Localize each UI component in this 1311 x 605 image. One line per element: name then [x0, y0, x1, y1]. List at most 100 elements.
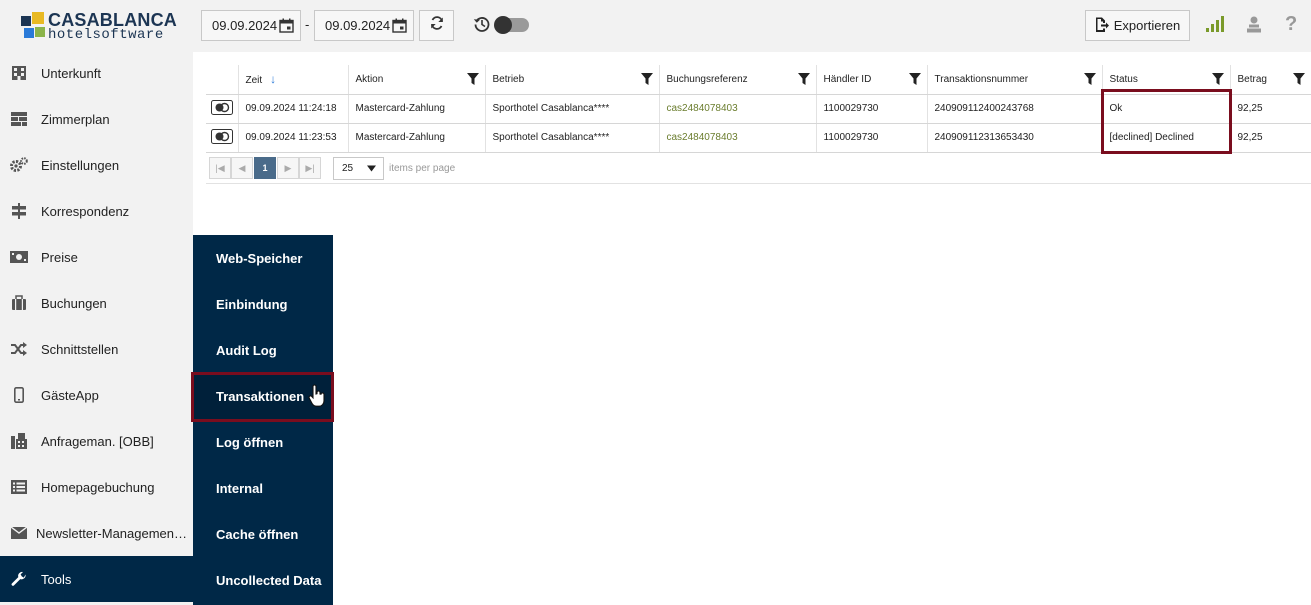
shuffle-icon	[10, 340, 28, 358]
date-to-field[interactable]: 09.09.2024	[314, 10, 414, 41]
sidebar-item-label: GästeApp	[41, 387, 99, 403]
header-betrag[interactable]: Betrag	[1229, 65, 1311, 95]
table-row[interactable]: 09.09.2024 11:23:53 Mastercard-Zahlung S…	[206, 123, 1311, 153]
date-from-field[interactable]: 09.09.2024	[201, 10, 301, 41]
grid-plan-icon	[10, 110, 28, 128]
list-icon	[10, 478, 28, 496]
transaktionsnummer-cell: 240909112313653430	[926, 123, 1102, 153]
help-icon[interactable]: ?	[1285, 13, 1297, 36]
suitcase-icon	[10, 294, 28, 312]
hand-cursor-icon	[308, 384, 326, 413]
user-icon[interactable]	[1246, 16, 1262, 38]
filter-icon[interactable]	[1293, 73, 1305, 88]
sidebar-item-zimmerplan[interactable]: Zimmerplan	[0, 96, 193, 142]
next-page-icon: ▶	[284, 162, 292, 173]
filter-icon[interactable]	[466, 73, 479, 88]
sidebar-item-label: Schnittstellen	[41, 341, 119, 357]
sidebar-item-anfrageman[interactable]: Anfrageman. [OBB]	[0, 418, 193, 464]
date-separator: -	[305, 17, 310, 32]
filter-icon[interactable]	[908, 73, 921, 88]
betrag-cell: 92,25	[1229, 123, 1311, 153]
submenu-item-internal[interactable]: Internal	[193, 465, 333, 511]
mastercard-icon	[211, 99, 233, 118]
filter-icon[interactable]	[640, 73, 653, 88]
fax-icon	[10, 432, 28, 450]
status-cell: [declined] Declined	[1101, 123, 1230, 153]
first-page-button[interactable]: |◀	[209, 157, 231, 179]
filter-icon[interactable]	[797, 73, 810, 88]
calendar-icon[interactable]	[279, 18, 294, 36]
sidebar-item-label: Homepagebuchung	[41, 479, 155, 495]
sidebar-item-label: Preise	[41, 249, 78, 265]
filter-icon[interactable]	[1083, 73, 1096, 88]
header-transaktionsnummer[interactable]: Transaktionsnummer	[926, 65, 1102, 95]
haendler-id-cell: 1100029730	[815, 123, 927, 153]
history-icon[interactable]	[473, 15, 491, 38]
chevron-down-icon	[367, 164, 376, 175]
betrieb-cell: Sporthotel Casablanca****	[484, 123, 659, 153]
toggle-knob	[494, 16, 512, 34]
export-label: Exportieren	[1113, 18, 1181, 33]
submenu-item-audit-log[interactable]: Audit Log	[193, 327, 333, 373]
page-size-select[interactable]: 25	[333, 157, 384, 180]
sort-desc-icon[interactable]: ↓	[270, 72, 276, 86]
current-page-button[interactable]: 1	[254, 157, 276, 179]
buchungsreferenz-link[interactable]: cas2484078403	[658, 123, 816, 153]
header-aktion[interactable]: Aktion	[347, 65, 485, 95]
top-toolbar: 09.09.2024 - 09.09.2024 Exportieren ?	[193, 0, 1311, 52]
mobile-icon	[10, 386, 28, 404]
sidebar-item-einstellungen[interactable]: Einstellungen	[0, 142, 193, 188]
table-header-row: Zeit ↓ Aktion Betrieb Buchungsreferenz Hä…	[206, 65, 1311, 95]
next-page-button[interactable]: ▶	[277, 157, 299, 179]
sidebar-item-korrespondenz[interactable]: Korrespondenz	[0, 188, 193, 234]
prev-page-button[interactable]: ◀	[231, 157, 253, 179]
sidebar-item-newsletter[interactable]: Newsletter-Managemen…	[0, 510, 193, 556]
card-type-cell	[206, 94, 238, 124]
logo-mark-icon	[21, 12, 45, 40]
prev-page-icon: ◀	[238, 162, 246, 173]
refresh-button[interactable]	[419, 10, 454, 41]
submenu-item-einbindung[interactable]: Einbindung	[193, 281, 333, 327]
buchungsreferenz-link[interactable]: cas2484078403	[658, 94, 816, 124]
pager: |◀ ◀ 1 ▶ ▶| 25 items per page	[206, 154, 1311, 184]
filter-icon[interactable]	[1211, 73, 1224, 88]
zeit-cell: 09.09.2024 11:24:18	[237, 94, 348, 124]
sidebar-item-tools[interactable]: Tools	[0, 556, 193, 602]
betrag-cell: 92,25	[1229, 94, 1311, 124]
transaktionsnummer-cell: 240909112400243768	[926, 94, 1102, 124]
header-buchungsreferenz[interactable]: Buchungsreferenz	[658, 65, 816, 95]
calendar-icon[interactable]	[392, 18, 407, 36]
refresh-icon	[430, 16, 444, 35]
header-haendler-id[interactable]: Händler ID	[815, 65, 927, 95]
submenu-item-log-oeffnen[interactable]: Log öffnen	[193, 419, 333, 465]
header-status[interactable]: Status	[1101, 65, 1230, 95]
last-page-button[interactable]: ▶|	[299, 157, 321, 179]
sidebar-item-preise[interactable]: Preise	[0, 234, 193, 280]
haendler-id-cell: 1100029730	[815, 94, 927, 124]
sidebar-item-buchungen[interactable]: Buchungen	[0, 280, 193, 326]
sidebar-item-label: Einstellungen	[41, 157, 120, 173]
tools-submenu: Web-Speicher Einbindung Audit Log Transa…	[193, 235, 333, 605]
header-betrieb[interactable]: Betrieb	[484, 65, 659, 95]
sidebar-item-homepagebuchung[interactable]: Homepagebuchung	[0, 464, 193, 510]
signal-strength-icon[interactable]	[1206, 16, 1226, 37]
submenu-item-uncollected-data[interactable]: Uncollected Data	[193, 557, 333, 603]
sidebar-item-schnittstellen[interactable]: Schnittstellen	[0, 326, 193, 372]
header-zeit[interactable]: Zeit ↓	[237, 65, 348, 95]
sidebar-item-label: Tools	[41, 571, 72, 587]
sidebar-item-label: Zimmerplan	[41, 111, 110, 127]
sidebar-item-unterkunft[interactable]: Unterkunft	[0, 50, 193, 96]
export-button[interactable]: Exportieren	[1085, 10, 1190, 41]
card-type-cell	[206, 123, 238, 153]
history-toggle[interactable]	[494, 16, 529, 34]
logo[interactable]: CASABLANCA hotelsoftware	[0, 0, 193, 50]
export-icon	[1095, 17, 1109, 35]
envelope-icon	[10, 524, 28, 542]
betrieb-cell: Sporthotel Casablanca****	[484, 94, 659, 124]
wrench-icon	[10, 570, 28, 588]
sidebar-item-gaesteapp[interactable]: GästeApp	[0, 372, 193, 418]
submenu-item-cache-oeffnen[interactable]: Cache öffnen	[193, 511, 333, 557]
submenu-item-web-speicher[interactable]: Web-Speicher	[193, 235, 333, 281]
page-size-label: items per page	[389, 163, 456, 174]
table-row[interactable]: 09.09.2024 11:24:18 Mastercard-Zahlung S…	[206, 94, 1311, 124]
